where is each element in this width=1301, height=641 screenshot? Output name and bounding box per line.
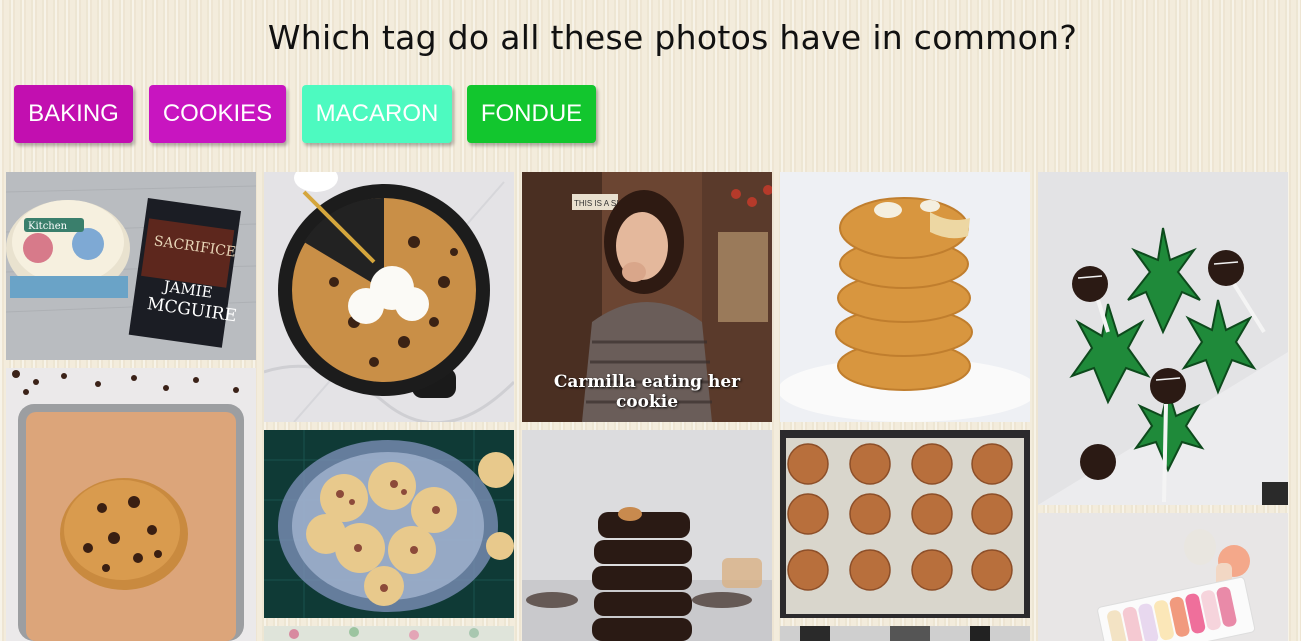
photo-girl-eating-cookie[interactable]: THIS IS A SIGN Carmilla eating her cooki… xyxy=(522,172,772,422)
tag-button-cookies[interactable]: COOKIES xyxy=(149,85,286,143)
photo-cookie-on-baking-sheet[interactable] xyxy=(6,368,256,641)
tag-button-baking[interactable]: BAKING xyxy=(14,85,133,143)
photo-stacked-cookies[interactable] xyxy=(780,172,1030,422)
photo-macarons-box[interactable] xyxy=(1038,513,1288,641)
tag-button-macaron[interactable]: MACARON xyxy=(302,85,452,143)
photo-chocolate-cookie-stack[interactable] xyxy=(522,430,772,641)
tag-button-fondue[interactable]: FONDUE xyxy=(467,85,596,143)
photo-floral-partial[interactable] xyxy=(264,626,514,641)
question-title: Which tag do all these photos have in co… xyxy=(267,18,1078,57)
photo-leaf-cookies-and-cake-pops[interactable] xyxy=(1038,172,1288,505)
photo-cookies-in-glass-bowl[interactable] xyxy=(264,430,514,618)
svg-text:Kitchen: Kitchen xyxy=(28,221,68,232)
photo-cookies-on-parchment[interactable] xyxy=(780,430,1030,618)
photo-kitchen-tin-and-book[interactable]: Kitchen SACRIFICE JAMIE MCGUIRE xyxy=(6,172,256,360)
photo-skillet-cookie[interactable] xyxy=(264,172,514,422)
photo-bw-partial[interactable] xyxy=(780,626,1030,641)
photo-caption: Carmilla eating her cookie xyxy=(553,372,741,412)
